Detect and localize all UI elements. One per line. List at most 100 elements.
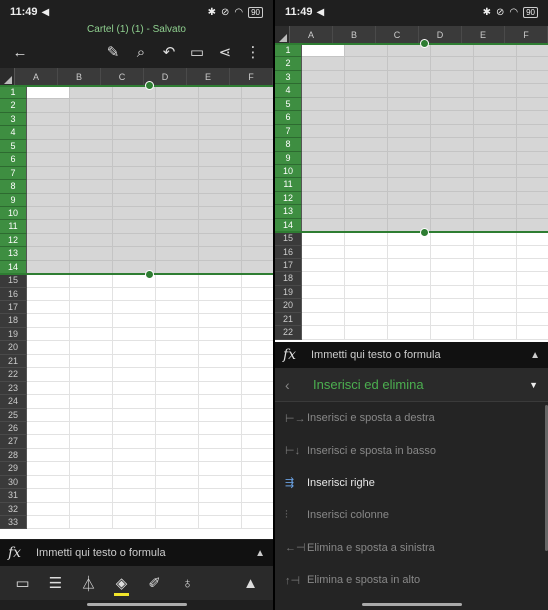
grid-cell[interactable] xyxy=(156,274,199,288)
grid-cell[interactable] xyxy=(199,139,242,154)
search-icon[interactable]: ⌕ xyxy=(127,38,155,66)
row-header[interactable]: 13 xyxy=(275,205,302,219)
grid-cell[interactable] xyxy=(302,272,345,286)
grid-cell[interactable] xyxy=(27,166,70,181)
grid-cell[interactable] xyxy=(242,153,273,167)
grid-cell[interactable] xyxy=(199,153,242,167)
grid-cell[interactable] xyxy=(156,462,199,476)
row-header[interactable]: 33 xyxy=(0,516,27,530)
grid-cell[interactable] xyxy=(302,245,345,259)
grid-cell[interactable] xyxy=(199,166,242,181)
grid-cell[interactable] xyxy=(199,247,242,261)
grid-cell[interactable] xyxy=(199,287,242,301)
grid-cell[interactable] xyxy=(242,99,273,113)
grid-cell[interactable] xyxy=(302,124,345,139)
more-vertical-icon[interactable]: ⋮ xyxy=(239,38,267,66)
row-header[interactable]: 20 xyxy=(0,341,27,355)
grid-cell[interactable] xyxy=(199,354,242,369)
grid-cell[interactable] xyxy=(345,245,388,259)
row-header[interactable]: 12 xyxy=(0,233,27,248)
grid-cell[interactable] xyxy=(431,178,474,192)
grid-cell[interactable] xyxy=(70,327,113,342)
grid-cell[interactable] xyxy=(302,138,345,152)
grid-cell[interactable] xyxy=(156,448,199,463)
grid-cell[interactable] xyxy=(474,312,517,327)
grid-cell[interactable] xyxy=(27,206,70,221)
grid-cell[interactable] xyxy=(474,191,517,206)
grid-cell[interactable] xyxy=(431,97,474,112)
grid-cell[interactable] xyxy=(474,151,517,165)
grid-cell[interactable] xyxy=(474,124,517,139)
grid-cell[interactable] xyxy=(388,57,431,71)
row-header[interactable]: 29 xyxy=(0,462,27,476)
grid-cell[interactable] xyxy=(302,326,345,340)
grid-cell[interactable] xyxy=(517,138,548,152)
grid-cell[interactable] xyxy=(517,205,548,219)
row-header[interactable]: 8 xyxy=(275,138,302,152)
grid-cell[interactable] xyxy=(113,166,156,181)
grid-cell[interactable] xyxy=(345,57,388,71)
grid-cell[interactable] xyxy=(345,326,388,340)
grid-cell[interactable] xyxy=(431,164,474,179)
grid-cell[interactable] xyxy=(113,368,156,382)
grid-cell[interactable] xyxy=(156,260,199,275)
grid-cell[interactable] xyxy=(70,153,113,167)
grid-cell[interactable] xyxy=(113,475,156,490)
grid-cell[interactable] xyxy=(70,233,113,248)
grid-cell[interactable] xyxy=(199,408,242,422)
grid-cell[interactable] xyxy=(388,205,431,219)
row-header[interactable]: 8 xyxy=(0,180,27,194)
row-header[interactable]: 15 xyxy=(275,232,302,246)
row-header[interactable]: 27 xyxy=(0,435,27,449)
menu-item[interactable]: ⊢→ Inserisci e sposta a destra xyxy=(275,402,548,434)
grid-cell[interactable] xyxy=(27,287,70,301)
formula-bar[interactable]: fx Immetti qui testo o formula ▲ xyxy=(0,540,273,566)
grid-cell[interactable] xyxy=(345,205,388,219)
row-header[interactable]: 16 xyxy=(275,245,302,259)
grid-cell[interactable] xyxy=(302,178,345,192)
grid-cell[interactable] xyxy=(70,516,113,530)
grid-cell[interactable] xyxy=(431,138,474,152)
column-header[interactable]: F xyxy=(505,26,548,44)
grid-cell[interactable] xyxy=(113,421,156,436)
grid-cell[interactable] xyxy=(388,285,431,300)
grid-cell[interactable] xyxy=(517,124,548,139)
menu-item[interactable]: ⫶ Inserisci colonne xyxy=(275,499,548,531)
grid-cell[interactable] xyxy=(70,301,113,315)
grid-cell[interactable] xyxy=(474,84,517,98)
grid-cell[interactable] xyxy=(27,274,70,288)
grid-cell[interactable] xyxy=(517,259,548,273)
grid-cell[interactable] xyxy=(242,287,273,301)
grid-cell[interactable] xyxy=(302,57,345,71)
grid-cell[interactable] xyxy=(388,138,431,152)
formula-input[interactable]: Immetti qui testo o formula xyxy=(311,349,530,361)
menu-item[interactable]: ↑⊣ Elimina e sposta in alto xyxy=(275,564,548,596)
grid-cell[interactable] xyxy=(199,274,242,288)
grid-cell[interactable] xyxy=(156,341,199,355)
grid-cell[interactable] xyxy=(156,475,199,490)
row-header[interactable]: 20 xyxy=(275,299,302,313)
grid-cell[interactable] xyxy=(199,341,242,355)
grid-cell[interactable] xyxy=(113,139,156,154)
column-header[interactable]: C xyxy=(376,26,419,44)
grid-cell[interactable] xyxy=(199,99,242,113)
grid-cell[interactable] xyxy=(431,57,474,71)
row-header[interactable]: 19 xyxy=(0,327,27,342)
grid-cell[interactable] xyxy=(27,301,70,315)
grid-cell[interactable] xyxy=(474,299,517,313)
grid-cell[interactable] xyxy=(113,314,156,328)
grid-cell[interactable] xyxy=(113,462,156,476)
grid-cell[interactable] xyxy=(70,86,113,100)
grid-cell[interactable] xyxy=(242,448,273,463)
grid-cell[interactable] xyxy=(199,220,242,234)
grid-cell[interactable] xyxy=(27,435,70,449)
grid-cell[interactable] xyxy=(156,408,199,422)
grid-cell[interactable] xyxy=(431,326,474,340)
grid-cell[interactable] xyxy=(156,368,199,382)
card-view-icon[interactable]: ☰ xyxy=(39,568,72,598)
grid-cell[interactable] xyxy=(199,421,242,436)
grid-cell[interactable] xyxy=(113,354,156,369)
grid-cell[interactable] xyxy=(302,164,345,179)
grid-cell[interactable] xyxy=(302,151,345,165)
row-header[interactable]: 17 xyxy=(0,301,27,315)
